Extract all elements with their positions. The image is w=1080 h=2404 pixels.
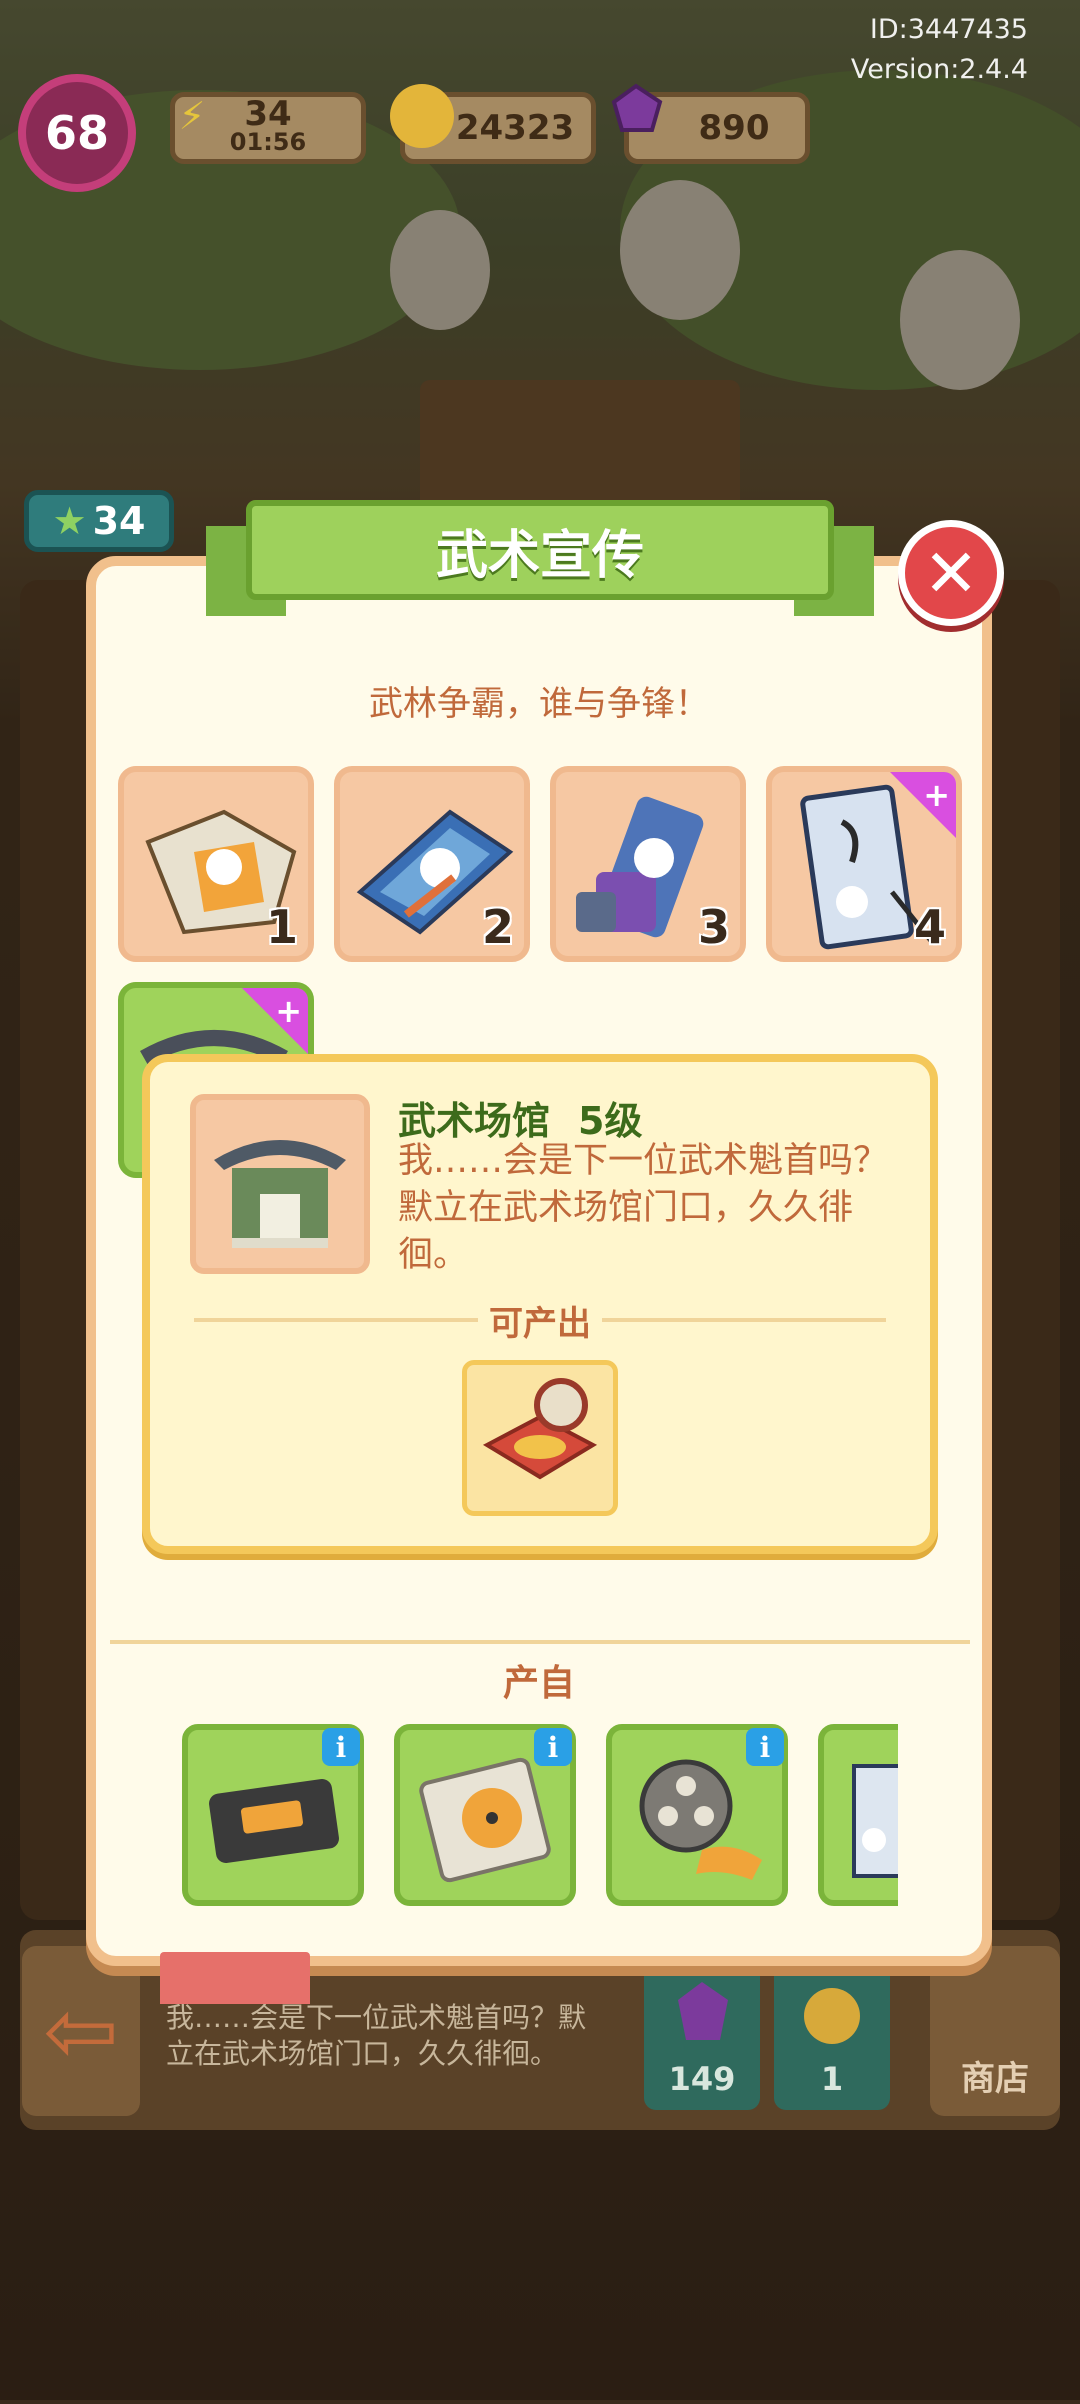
poster-partial-icon — [852, 1764, 898, 1878]
bottom-description: 我……会是下一位武术魁首吗？默立在武术场馆门口，久久徘徊。 — [166, 2001, 587, 2070]
coin-icon — [390, 84, 454, 148]
source-item-2[interactable]: i — [394, 1724, 576, 1906]
chain-item-1[interactable]: 1 — [118, 766, 314, 962]
exit-icon: ⇦ — [43, 1978, 119, 2084]
modal-title-ribbon: 武术宣传 — [206, 500, 874, 616]
coin-cost-value: 1 — [820, 2060, 844, 2098]
detail-level: 5级 — [578, 1099, 643, 1143]
source-item-3[interactable]: i — [606, 1724, 788, 1906]
item-number: 1 — [265, 900, 298, 954]
close-icon: ✕ — [923, 534, 979, 612]
item-number: 2 — [481, 900, 514, 954]
close-button[interactable]: ✕ — [898, 520, 1004, 626]
lightning-icon: ⚡ — [178, 94, 206, 138]
source-item-4[interactable] — [818, 1724, 898, 1906]
gem-cost-icon — [644, 1960, 760, 2060]
info-icon[interactable]: i — [534, 1728, 572, 1766]
plus-icon: + — [923, 776, 950, 814]
energy-value: 34 — [244, 94, 292, 134]
detail-description: 我……会是下一位武术魁首吗？默立在武术场馆门口，久久徘徊。 — [398, 1141, 889, 1275]
detail-name: 武术场馆 — [398, 1099, 551, 1143]
produce-item[interactable] — [462, 1360, 618, 1516]
gem-cost-value: 149 — [668, 2060, 736, 2098]
gem-value: 890 — [698, 108, 770, 148]
info-icon[interactable]: i — [322, 1728, 360, 1766]
chain-item-4[interactable]: 4 + — [766, 766, 962, 962]
energy-timer: 01:56 — [229, 128, 307, 156]
exit-button[interactable]: ⇦ — [22, 1946, 140, 2116]
mascot-star-badge[interactable]: ★ 34 — [24, 490, 174, 552]
gem-cost-button[interactable]: 149 — [644, 1960, 760, 2110]
info-icon[interactable]: i — [746, 1728, 784, 1766]
source-list: i i i — [178, 1720, 898, 1910]
chain-item-3[interactable]: 3 — [550, 766, 746, 962]
detail-thumbnail — [190, 1094, 370, 1274]
section-divider — [110, 1640, 970, 1644]
divider-right — [602, 1318, 886, 1322]
from-label: 产自 — [502, 1663, 575, 1704]
chain-item-2[interactable]: 2 — [334, 766, 530, 962]
version-text: Version:2.4.4 — [850, 54, 1028, 85]
modal-title: 武术宣传 — [246, 500, 834, 600]
shop-button[interactable]: 商店 — [930, 1946, 1060, 2116]
bookmark-ribbon — [160, 1952, 310, 2004]
martial-hall-icon — [214, 1140, 346, 1248]
coin-cost-button[interactable]: 1 — [774, 1960, 890, 2110]
player-level: 68 — [44, 106, 109, 160]
produce-label: 可产出 — [489, 1304, 591, 1344]
coin-value: 24323 — [455, 108, 575, 148]
item-number: 3 — [697, 900, 730, 954]
modal-slogan: 武林争霸，谁与争锋！ — [369, 684, 709, 724]
plus-icon: + — [275, 992, 302, 1030]
item-number: 4 — [913, 900, 946, 954]
mascot-stars: 34 — [92, 499, 146, 543]
build-info: ID:3447435 Version:2.4.4 — [851, 10, 1028, 90]
divider-left — [194, 1318, 478, 1322]
arena-stage-icon — [482, 1378, 598, 1480]
player-id: ID:3447435 — [869, 14, 1028, 45]
star-icon: ★ — [52, 499, 87, 543]
source-item-1[interactable]: i — [182, 1724, 364, 1906]
player-level-badge[interactable]: 68 — [18, 74, 136, 192]
shop-label: 商店 — [961, 2059, 1029, 2099]
coin-cost-icon — [774, 1960, 890, 2060]
gem-icon — [604, 80, 668, 144]
